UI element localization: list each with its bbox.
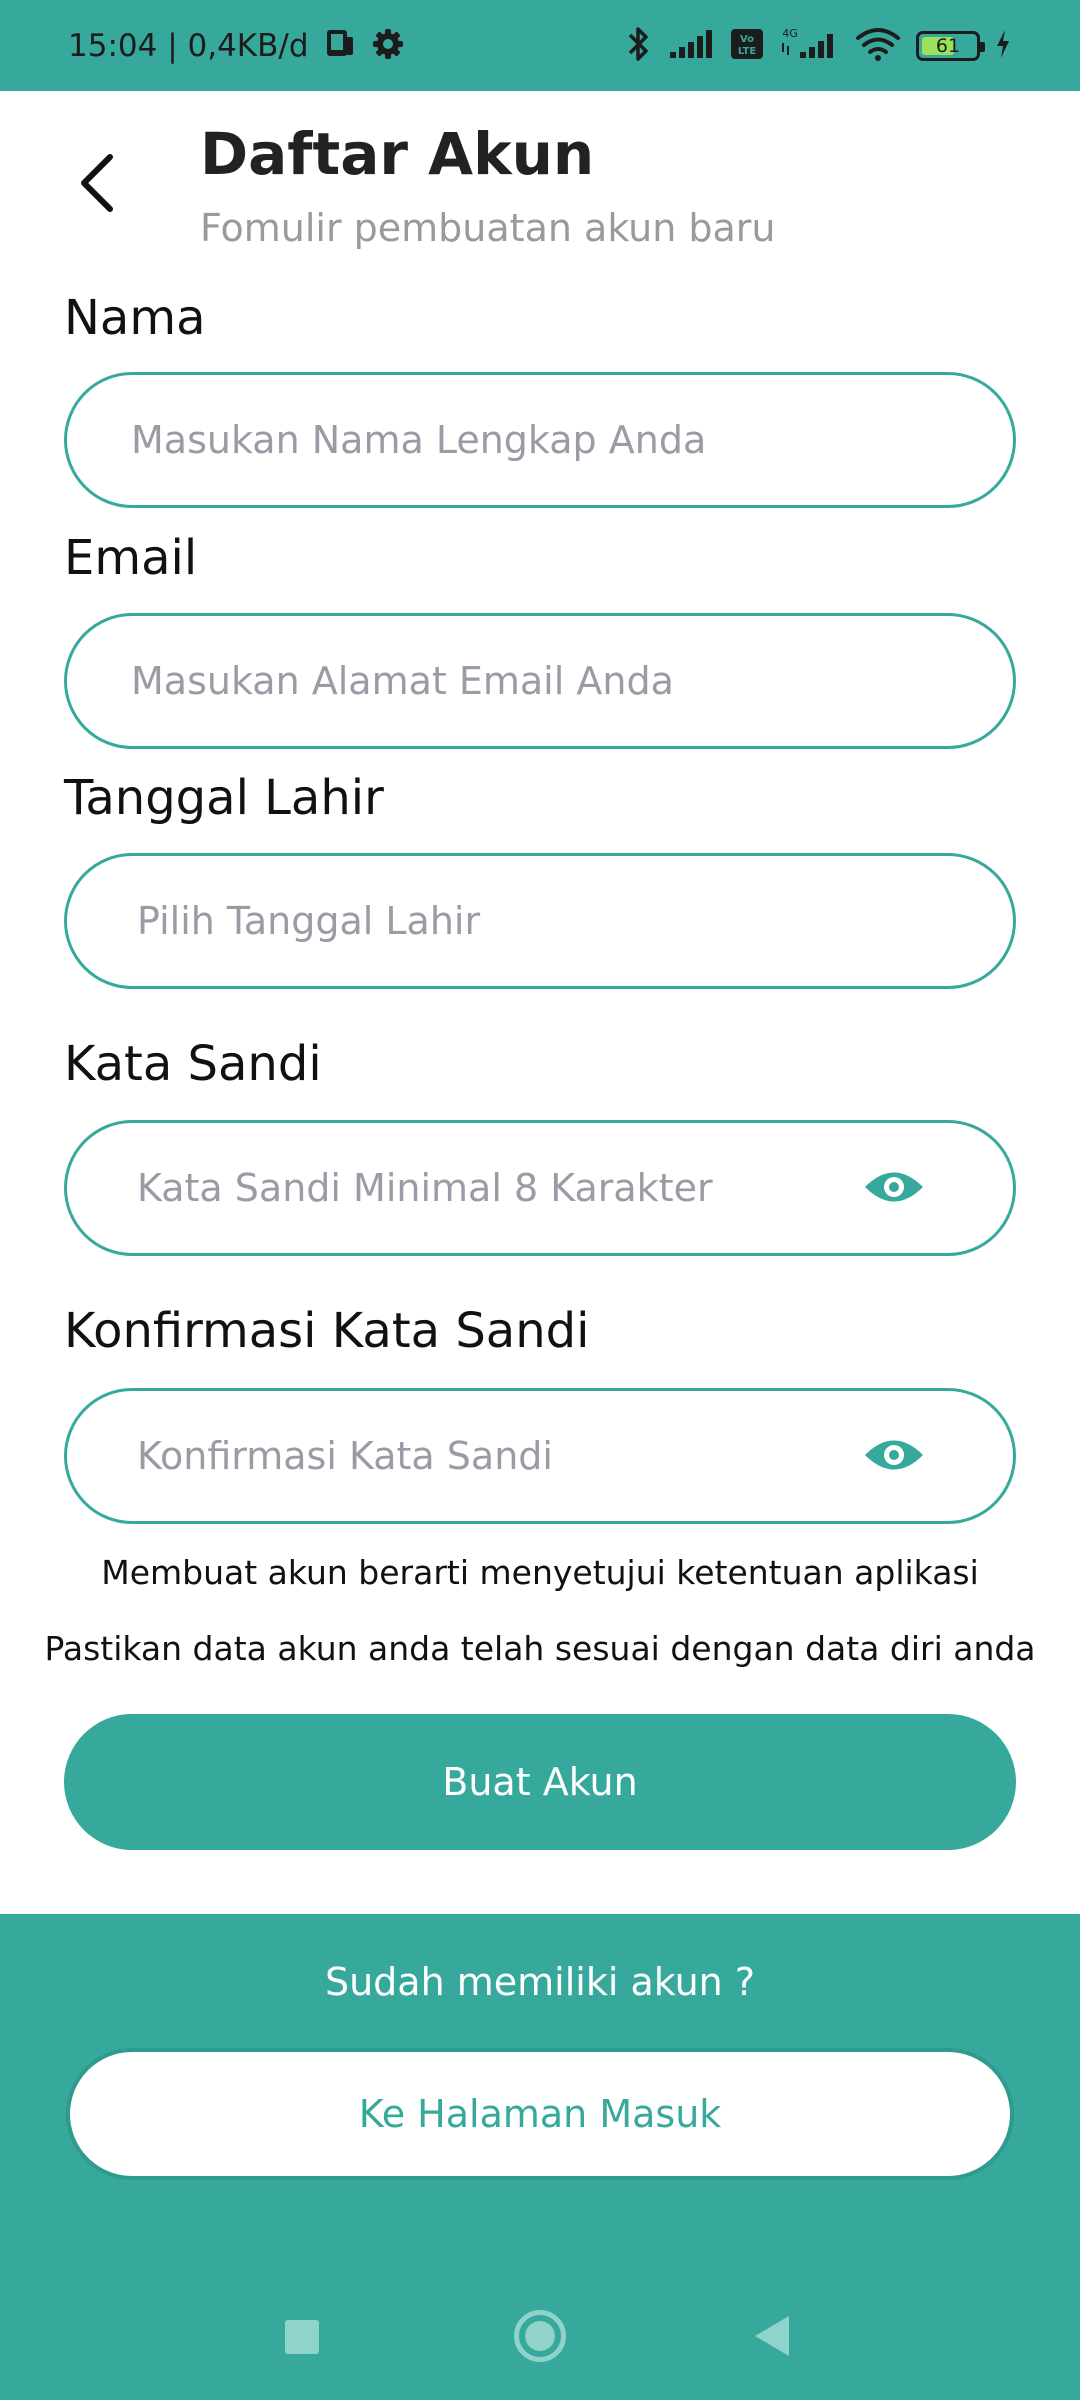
tanggal-lahir-field <box>64 853 1016 989</box>
nama-input[interactable] <box>131 418 911 462</box>
kata-sandi-label: Kata Sandi <box>64 1036 322 1092</box>
4g-signal-icon: 4G <box>778 26 840 66</box>
show-confirm-password-button[interactable] <box>863 1429 925 1485</box>
charging-icon <box>994 28 1012 64</box>
email-label: Email <box>64 530 198 586</box>
konfirmasi-label: Konfirmasi Kata Sandi <box>64 1303 590 1359</box>
home-circle-icon[interactable] <box>514 2310 566 2362</box>
eye-icon <box>863 1434 925 1480</box>
go-to-login-button[interactable]: Ke Halaman Masuk <box>66 2048 1014 2180</box>
tanggal-lahir-label: Tanggal Lahir <box>64 770 384 826</box>
email-field <box>64 613 1016 749</box>
settings-gear-icon <box>371 27 405 65</box>
konfirmasi-field <box>64 1388 1016 1524</box>
recents-square-icon[interactable] <box>285 2320 319 2354</box>
page-title: Daftar Akun <box>200 120 595 188</box>
4g-badge-text: 4G <box>782 27 798 40</box>
battery-tip <box>980 41 985 52</box>
status-time: 15:04 | 0,4KB/d <box>68 27 309 64</box>
back-triangle-icon[interactable] <box>755 2316 789 2356</box>
wifi-icon <box>854 26 902 66</box>
show-password-button[interactable] <box>863 1161 925 1217</box>
page-subtitle: Fomulir pembuatan akun baru <box>200 206 776 250</box>
phone-icon <box>323 27 357 65</box>
konfirmasi-input[interactable] <box>137 1434 837 1478</box>
verify-note: Pastikan data akun anda telah sesuai den… <box>44 1629 1036 1668</box>
volte-icon: Vo LTE <box>730 28 764 64</box>
volte-bottom-text: LTE <box>738 46 757 57</box>
already-have-account-text: Sudah memiliki akun ? <box>324 1960 756 2004</box>
signal-icon <box>668 28 716 64</box>
eye-icon <box>863 1166 925 1212</box>
battery-icon: 61 <box>916 30 985 61</box>
home-inner-dot <box>525 2321 555 2351</box>
battery-level: 61 <box>935 34 961 57</box>
tanggal-lahir-input[interactable] <box>137 899 917 943</box>
back-button[interactable] <box>68 150 128 220</box>
volte-top-text: Vo <box>740 34 754 45</box>
status-right: Vo LTE 4G 61 <box>624 0 1012 91</box>
kata-sandi-field <box>64 1120 1016 1256</box>
status-left: 15:04 | 0,4KB/d <box>68 0 405 91</box>
agreement-note: Membuat akun berarti menyetujui ketentua… <box>101 1553 979 1592</box>
nama-label: Nama <box>64 290 206 346</box>
create-account-button[interactable]: Buat Akun <box>64 1714 1016 1850</box>
nama-field <box>64 372 1016 508</box>
email-input[interactable] <box>131 659 911 703</box>
status-bar: 15:04 | 0,4KB/d Vo LTE 4G 61 <box>0 0 1080 91</box>
kata-sandi-input[interactable] <box>137 1166 837 1210</box>
chevron-left-icon <box>76 151 120 219</box>
bluetooth-icon <box>624 25 654 67</box>
